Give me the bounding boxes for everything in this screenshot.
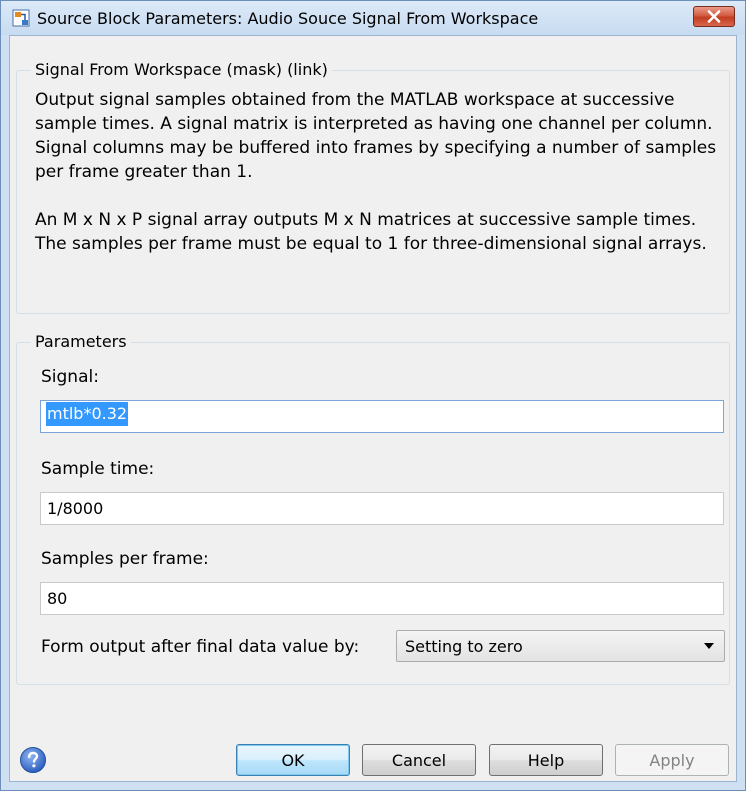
- samples-per-frame-label: Samples per frame:: [41, 549, 209, 569]
- title-bar[interactable]: Source Block Parameters: Audio Souce Sig…: [1, 1, 745, 35]
- dialog-client-area: Signal From Workspace (mask) (link) Outp…: [9, 35, 737, 782]
- parameters-group-title: Parameters: [31, 332, 131, 351]
- description-paragraph-1: Output signal samples obtained from the …: [35, 90, 717, 182]
- help-question-icon[interactable]: [19, 746, 47, 774]
- signal-input[interactable]: [40, 400, 724, 433]
- apply-button[interactable]: Apply: [615, 744, 729, 776]
- description-group: Signal From Workspace (mask) (link) Outp…: [16, 60, 730, 314]
- window-title: Source Block Parameters: Audio Souce Sig…: [37, 9, 539, 28]
- sample-time-label: Sample time:: [41, 459, 155, 479]
- signal-selected-text[interactable]: mtlb*0.32: [46, 402, 129, 426]
- dialog-window: Source Block Parameters: Audio Souce Sig…: [0, 0, 746, 791]
- signal-label: Signal:: [41, 367, 99, 387]
- help-button[interactable]: Help: [489, 744, 603, 776]
- sample-time-input[interactable]: [40, 492, 724, 525]
- samples-per-frame-input[interactable]: [40, 582, 724, 615]
- form-output-label: Form output after final data value by:: [41, 637, 360, 657]
- simulink-block-icon: [12, 9, 30, 27]
- cancel-button[interactable]: Cancel: [362, 744, 476, 776]
- ok-button[interactable]: OK: [236, 744, 350, 776]
- description-paragraph-2: An M x N x P signal array outputs M x N …: [35, 210, 707, 254]
- close-button[interactable]: [693, 6, 735, 27]
- chevron-down-icon: [704, 643, 714, 649]
- form-output-selected-value: Setting to zero: [405, 637, 523, 656]
- form-output-dropdown[interactable]: Setting to zero: [396, 630, 725, 662]
- close-icon: [707, 10, 721, 23]
- description-group-title: Signal From Workspace (mask) (link): [31, 60, 332, 79]
